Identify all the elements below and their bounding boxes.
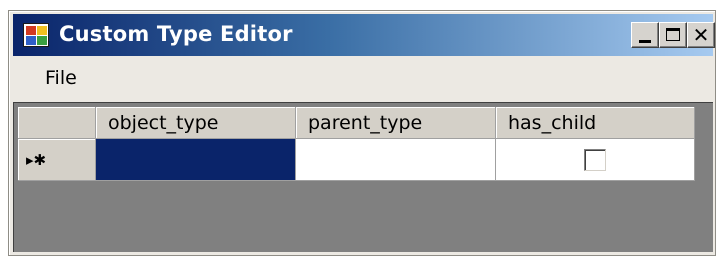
column-header-parent-type[interactable]: parent_type <box>296 107 496 139</box>
data-grid[interactable]: object_type parent_type has_child ▸✱ <box>13 102 713 252</box>
maximize-button[interactable] <box>659 22 687 48</box>
title-bar[interactable]: Custom Type Editor ✕ <box>13 14 715 56</box>
column-header-object-type[interactable]: object_type <box>96 107 296 139</box>
cell-object-type[interactable] <box>96 139 296 181</box>
minimize-icon <box>639 40 651 43</box>
close-button[interactable]: ✕ <box>687 22 715 48</box>
has-child-checkbox[interactable] <box>584 149 606 171</box>
grid-corner-header[interactable] <box>18 107 96 139</box>
grid-header-row: object_type parent_type has_child <box>18 107 695 139</box>
custom-type-editor-window: Custom Type Editor ✕ File object_type pa… <box>8 10 716 256</box>
table-row-new: ▸✱ <box>18 139 695 181</box>
column-header-has-child[interactable]: has_child <box>496 107 695 139</box>
cell-parent-type[interactable] <box>296 139 496 181</box>
menu-bar: File <box>13 59 713 99</box>
maximize-icon <box>666 28 680 41</box>
minimize-button[interactable] <box>631 22 659 48</box>
window-title: Custom Type Editor <box>59 22 293 46</box>
menu-item-file[interactable]: File <box>41 67 81 89</box>
row-header-new-record-icon[interactable]: ▸✱ <box>18 139 96 181</box>
app-grid-icon[interactable] <box>23 23 49 47</box>
close-icon: ✕ <box>692 23 710 47</box>
cell-has-child[interactable] <box>496 139 695 181</box>
